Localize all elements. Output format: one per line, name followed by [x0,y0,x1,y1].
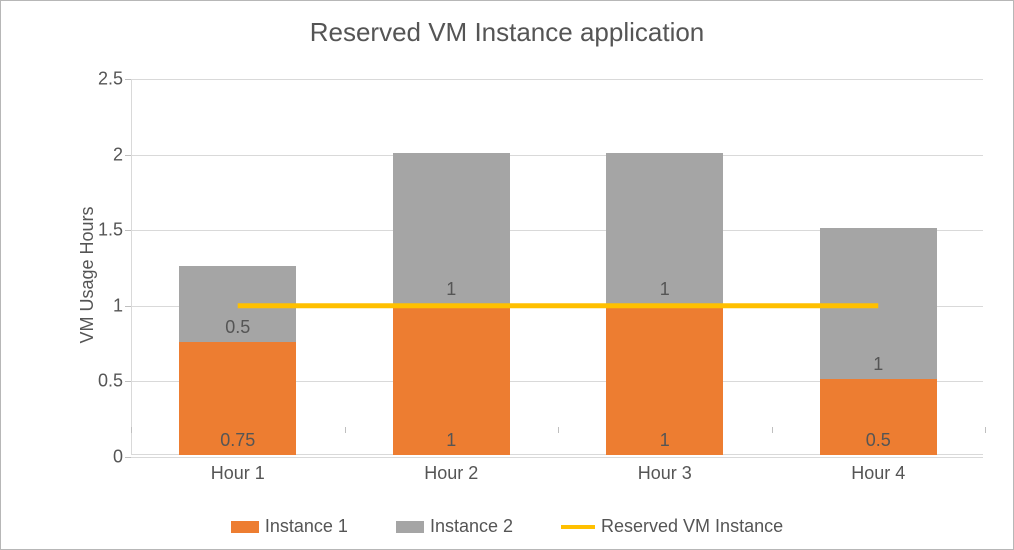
y-tick-label: 1.5 [75,220,123,241]
legend-label: Reserved VM Instance [601,516,783,537]
y-tick-label: 1 [75,295,123,316]
x-tick-mark [345,427,346,433]
bar-segment-instance1: 1 [393,304,510,455]
x-axis-labels: Hour 1 Hour 2 Hour 3 Hour 4 [131,463,983,491]
bar-group: 0.75 0.5 [179,77,296,455]
y-tick-label: 2.5 [75,69,123,90]
bar-segment-instance1: 0.75 [179,342,296,455]
bar-value-label: 1 [606,430,723,451]
x-tick-mark [131,427,132,433]
bar-value-label: 0.75 [179,430,296,451]
bar-value-label: 1 [606,279,723,300]
y-tick-label: 0 [75,447,123,468]
x-tick-label: Hour 3 [638,463,692,484]
plot-area: 00.511.522.5 0.750.511110.51 [131,79,983,455]
legend-item-instance2: Instance 2 [396,516,513,537]
x-tick-mark [985,427,986,433]
x-tick-mark [772,427,773,433]
chart-title: Reserved VM Instance application [1,1,1013,48]
bar-group: 11 [393,77,510,455]
chart-container: Reserved VM Instance application VM Usag… [0,0,1014,550]
bar-value-label: 0.5 [179,317,296,338]
square-icon [396,521,424,533]
x-tick-mark [558,427,559,433]
grid-line [131,457,983,458]
bar-segment-instance2: 1 [393,153,510,304]
y-tick-mark [125,457,131,458]
x-tick-label: Hour 2 [424,463,478,484]
y-tick-label: 2 [75,144,123,165]
legend-item-instance1: Instance 1 [231,516,348,537]
bar-segment-instance2: 1 [606,153,723,304]
bar-segment-instance1: 0.5 [820,379,937,455]
legend-label: Instance 2 [430,516,513,537]
x-tick-label: Hour 4 [851,463,905,484]
bar-segment-instance2: 1 [820,228,937,379]
bar-group: 0.51 [820,77,937,455]
line-icon [561,525,595,529]
legend-item-reserved: Reserved VM Instance [561,516,783,537]
x-tick-label: Hour 1 [211,463,265,484]
bar-segment-instance2: 0.5 [179,266,296,342]
bar-value-label: 0.5 [820,430,937,451]
square-icon [231,521,259,533]
bar-value-label: 1 [393,430,510,451]
y-tick-label: 0.5 [75,371,123,392]
legend-label: Instance 1 [265,516,348,537]
bar-value-label: 1 [820,354,937,375]
bar-segment-instance1: 1 [606,304,723,455]
bars-layer: 0.750.511110.51 [131,79,983,455]
bar-group: 11 [606,77,723,455]
bar-value-label: 1 [393,279,510,300]
legend: Instance 1 Instance 2 Reserved VM Instan… [1,516,1013,537]
